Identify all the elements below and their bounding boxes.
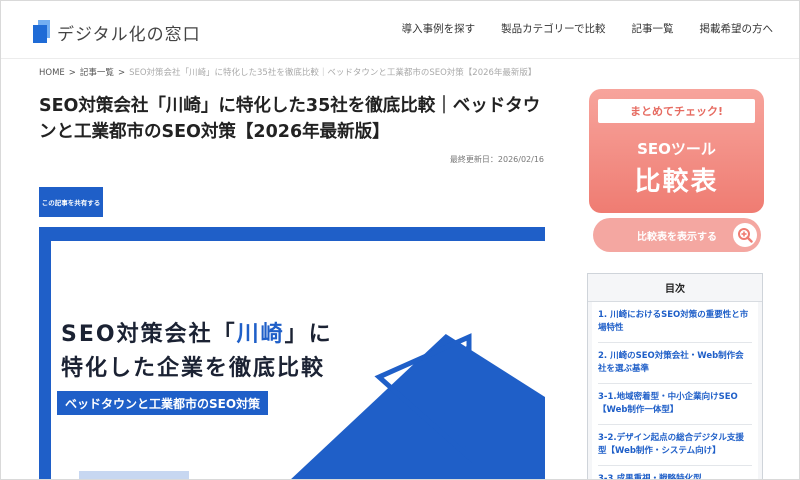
promo-tag: まとめてチェック! — [598, 99, 755, 123]
nav-for-advertisers[interactable]: 掲載希望の方へ — [700, 21, 774, 36]
hero-footer-logo — [79, 471, 189, 479]
breadcrumb-current: SEO対策会社「川崎」に特化した35社を徹底比較｜ベッドタウンと工業都市のSEO… — [129, 68, 537, 78]
nav-case-studies[interactable]: 導入事例を探す — [402, 21, 476, 36]
site-header: デジタル化の窓口 導入事例を探す 製品カテゴリーで比較 記事一覧 掲載希望の方へ — [1, 1, 799, 59]
hero-highlight-city: 川崎 — [236, 322, 285, 347]
page-frame: デジタル化の窓口 導入事例を探す 製品カテゴリーで比較 記事一覧 掲載希望の方へ… — [0, 0, 800, 480]
hero-headline-line1: SEO対策会社「川崎」に — [61, 322, 333, 347]
page-title: SEO対策会社「川崎」に特化した35社を徹底比較｜ベッドタウンと工業都市のSEO… — [39, 96, 541, 142]
nav-articles[interactable]: 記事一覧 — [632, 21, 674, 36]
toc-item[interactable]: 3-2.デザイン起点の総合デジタル支援型【Web制作・システム向け】 — [598, 425, 752, 466]
promo-subtitle: SEOツール — [637, 140, 716, 158]
hero-left-bar — [39, 227, 51, 479]
toc-item[interactable]: 3-3.成果重視・戦略特化型 — [598, 466, 752, 479]
breadcrumb-articles[interactable]: 記事一覧 — [80, 68, 114, 78]
breadcrumb-home[interactable]: HOME — [39, 68, 65, 78]
hero-top-bar — [51, 227, 545, 241]
breadcrumb-separator: > — [68, 68, 76, 78]
show-comparison-button[interactable]: 比較表を表示する — [593, 218, 761, 252]
breadcrumb-separator: > — [117, 68, 126, 78]
logo-text: デジタル化の窓口 — [57, 24, 201, 45]
toc-item[interactable]: 1. 川崎におけるSEO対策の重要性と市場特性 — [598, 302, 752, 343]
main-nav: 導入事例を探す 製品カテゴリーで比較 記事一覧 掲載希望の方へ — [402, 21, 773, 36]
share-article-button[interactable]: この記事を共有する — [39, 187, 103, 217]
toc-list: 1. 川崎におけるSEO対策の重要性と市場特性 2. 川崎のSEO対策会社・We… — [592, 302, 758, 479]
toc-title: 目次 — [588, 274, 762, 302]
show-comparison-label: 比較表を表示する — [637, 231, 717, 243]
toc-item[interactable]: 3-1.地域密着型・中小企業向けSEO【Web制作一体型】 — [598, 384, 752, 425]
last-updated-date: 最終更新日：2026/02/16 — [449, 155, 544, 164]
nav-product-categories[interactable]: 製品カテゴリーで比較 — [501, 21, 605, 36]
table-of-contents: 目次 1. 川崎におけるSEO対策の重要性と市場特性 2. 川崎のSEO対策会社… — [587, 273, 763, 479]
breadcrumb: HOME > 記事一覧 > SEO対策会社「川崎」に特化した35社を徹底比較｜ベッドタウ… — [39, 66, 536, 78]
promo-title: 比較表 — [634, 167, 719, 197]
magnifier-plus-icon — [733, 223, 757, 247]
site-logo[interactable]: デジタル化の窓口 — [33, 19, 201, 45]
hero-image: SEO対策会社「川崎」に 特化した企業を徹底比較 ベッドタウンと工業都市のSEO… — [39, 227, 545, 479]
toc-item[interactable]: 2. 川崎のSEO対策会社・Web制作会社を選ぶ基準 — [598, 343, 752, 384]
hero-headline-line2: 特化した企業を徹底比較 — [61, 356, 326, 381]
seo-tool-comparison-banner[interactable]: まとめてチェック! SEOツール 比較表 — [589, 89, 764, 213]
logo-mark-icon — [33, 20, 51, 44]
hero-subtitle-band: ベッドタウンと工業都市のSEO対策 — [57, 391, 269, 415]
